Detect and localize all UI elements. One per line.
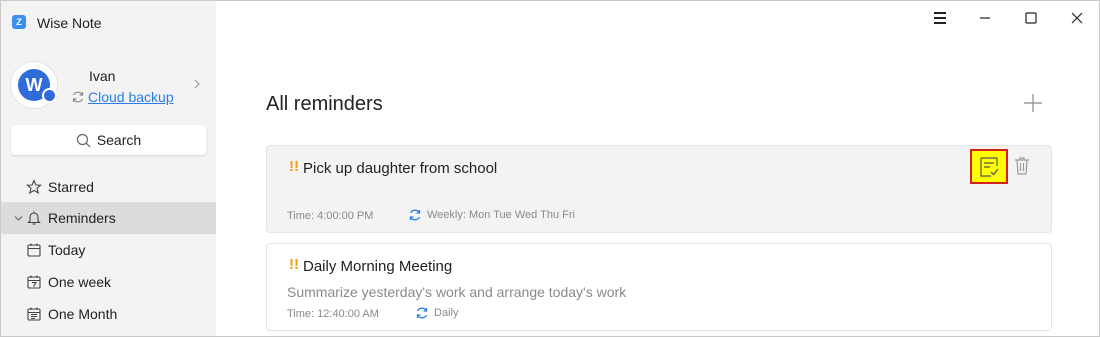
reminder-time: Time: 4:00:00 PM [287,210,374,222]
sidebar-item-label: One week [48,274,112,290]
sidebar-item-label: Reminders [48,210,116,226]
reminder-repeat: Daily [415,306,458,320]
repeat-icon [409,209,421,221]
repeat-label: Daily [434,307,459,319]
reminder-card[interactable]: !! Pick up daughter from school Time: 4:… [266,145,1052,233]
sidebar-item-today[interactable]: Today [1,234,216,266]
menu-icon[interactable] [925,7,955,29]
page-title: All reminders [266,93,383,115]
chevron-down-icon[interactable] [13,213,24,224]
app-title: Wise Note [37,15,102,31]
priority-badge: !! [289,158,299,175]
chevron-right-icon[interactable] [191,77,203,91]
edit-note-icon [980,157,999,177]
cloud-backup-row: Cloud backup [71,89,174,105]
reminder-card[interactable]: !! Daily Morning Meeting Summarize yeste… [266,243,1052,331]
repeat-label: Weekly: Mon Tue Wed Thu Fri [427,209,575,221]
add-reminder-icon[interactable] [1022,92,1044,114]
sidebar-item-one-week[interactable]: One week [1,266,216,298]
sidebar-item-label: One Month [48,306,118,322]
calendar-month-icon [27,307,41,321]
star-icon [26,179,42,195]
reminder-time: Time: 12:40:00 AM [287,308,379,320]
reminder-title: Pick up daughter from school [303,160,498,177]
app-window: Z Wise Note W Ivan Cloud backup Search S… [0,0,1100,337]
close-icon[interactable] [1062,7,1092,29]
minimize-icon[interactable] [970,7,1000,29]
user-name: Ivan [89,68,116,84]
sidebar-item-one-month[interactable]: One Month [1,298,216,330]
calendar-7-icon [27,275,41,289]
repeat-icon [416,307,428,319]
reminder-description: Summarize yesterday's work and arrange t… [287,284,627,300]
search-icon [76,133,91,147]
calendar-icon [27,243,41,257]
sidebar-item-label: Today [48,242,86,258]
reminder-repeat: Weekly: Mon Tue Wed Thu Fri [408,208,575,222]
app-logo-icon: Z [12,15,26,29]
avatar-badge [42,88,57,103]
bell-icon [27,211,41,225]
avatar[interactable]: W [11,62,57,108]
reminder-title: Daily Morning Meeting [303,258,453,275]
sidebar-item-label: Starred [48,179,94,195]
trash-icon[interactable] [1013,156,1031,176]
maximize-icon[interactable] [1016,7,1046,29]
search-button[interactable]: Search [11,125,206,155]
sidebar: Z Wise Note W Ivan Cloud backup Search S… [1,1,216,336]
sync-icon [72,91,84,103]
sidebar-item-starred[interactable]: Starred [1,171,216,203]
sidebar-item-reminders[interactable]: Reminders [1,202,216,234]
edit-reminder-button[interactable] [970,149,1008,184]
search-label: Search [96,132,142,148]
cloud-backup-link[interactable]: Cloud backup [88,89,174,105]
priority-badge: !! [289,256,299,273]
